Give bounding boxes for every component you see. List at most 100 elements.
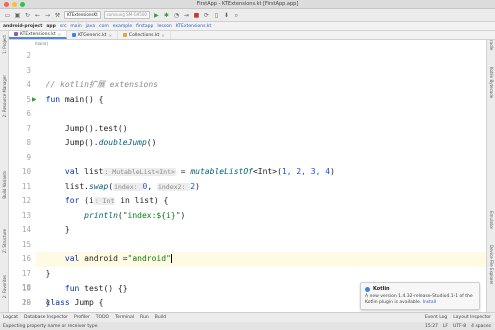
- kotlin-file-icon: [14, 32, 18, 36]
- type-hint: : Int: [93, 197, 116, 205]
- debug-icon[interactable]: ✱: [163, 12, 170, 19]
- kotlin-file-icon: [122, 33, 127, 37]
- line-separator[interactable]: LF: [443, 324, 448, 329]
- kotlin-update-notification[interactable]: Kotlin A new version 1.4.32-release-Stud…: [360, 282, 480, 310]
- crumb-file[interactable]: KTExtensions.kt: [176, 24, 212, 29]
- window-title: FirstApp - KTExtensions.kt [FirstApp.app…: [196, 1, 299, 7]
- code-line: }: [45, 298, 51, 307]
- kotlin-bytecode-tab[interactable]: Kotlin Bytecode: [489, 67, 494, 98]
- profiler-tab[interactable]: Profiler: [74, 315, 90, 320]
- build-variants-tab[interactable]: Build Variants: [2, 171, 7, 199]
- logcat-tab[interactable]: Logcat: [3, 315, 18, 320]
- profile-icon[interactable]: ◔: [173, 12, 180, 19]
- run-tab[interactable]: Run: [140, 315, 149, 320]
- line-number: 15: [21, 239, 31, 249]
- layout-inspector-tab[interactable]: Layout Inspector: [453, 315, 491, 320]
- tab-ktgeneric[interactable]: KTGeneric.kt ×: [67, 31, 118, 39]
- line-number: 11: [21, 181, 31, 191]
- crumb-project[interactable]: android-project: [3, 24, 42, 29]
- todo-tab[interactable]: TODO: [96, 315, 109, 320]
- crumb-main[interactable]: main: [70, 24, 81, 29]
- tab-collections[interactable]: Collections.kt ×: [118, 31, 171, 39]
- build-tab[interactable]: Build: [155, 315, 166, 320]
- current-code-line: val android ="android": [36, 252, 486, 267]
- left-tool-strip: 1: Project 2: Resource Manager Build Var…: [0, 31, 9, 318]
- line-number: 12: [21, 196, 31, 205]
- forward-icon[interactable]: →: [44, 12, 51, 19]
- function-breadcrumb[interactable]: main(): [35, 41, 48, 46]
- install-link[interactable]: Install: [423, 300, 437, 305]
- close-tab-icon[interactable]: ×: [161, 33, 164, 38]
- line-number: 5: [26, 94, 31, 104]
- emulator-tab[interactable]: Emulator: [489, 211, 494, 229]
- comment: // kotlin扩展 extensions: [45, 80, 158, 89]
- tab-label: KTExtensions.kt: [20, 31, 56, 37]
- caret-position[interactable]: 15:27: [425, 324, 438, 329]
- crumb-module[interactable]: app: [46, 24, 55, 29]
- back-icon[interactable]: ←: [34, 12, 41, 19]
- hammer-icon[interactable]: ⚒: [54, 12, 61, 19]
- close-tab-icon[interactable]: ×: [58, 32, 61, 37]
- code-line: fun main() {: [45, 94, 104, 104]
- resource-manager-tab[interactable]: 2: Resource Manager: [2, 75, 7, 117]
- save-icon[interactable]: ▣: [14, 12, 21, 19]
- code-line: }: [45, 268, 51, 278]
- stop-icon[interactable]: ■: [193, 12, 200, 19]
- line-number: 8: [26, 138, 31, 147]
- line-gutter[interactable]: 2 3 4 5 ▶ 6 7 8 9 10 11 12 13 14 15 16 1…: [9, 47, 37, 321]
- main-toolbar: ▭ ▣ ↻ ← → ⚒ KTExtensionsKt samsung SM-G9…: [0, 9, 495, 22]
- run-config-select[interactable]: KTExtensionsKt: [64, 11, 101, 19]
- line-number: 10: [21, 167, 31, 176]
- line-number: 2: [26, 51, 31, 60]
- line-number: 16: [21, 254, 31, 263]
- sync-icon[interactable]: ↻: [24, 12, 31, 19]
- run-icon[interactable]: ▶: [153, 12, 160, 19]
- code-editor[interactable]: // kotlin扩展 extensions fun main() { Jump…: [36, 47, 486, 312]
- notification-body: A new version 1.4.32-release-Studio4.1-1…: [365, 294, 473, 305]
- favorites-tab[interactable]: 2: Favorites: [2, 275, 7, 298]
- structure-tab[interactable]: Z: Structure: [2, 229, 7, 253]
- avd-manager-icon[interactable]: ▯: [213, 12, 220, 19]
- info-icon: [365, 286, 370, 292]
- line-number: 7: [26, 123, 31, 133]
- crumb-firstapp[interactable]: firstapp: [136, 24, 153, 29]
- kotlin-file-icon: [71, 33, 76, 37]
- tab-ktextensions[interactable]: KTExtensions.kt ×: [9, 31, 67, 39]
- code-line: fun test() {}: [64, 284, 128, 293]
- crumb-src[interactable]: src: [60, 24, 67, 29]
- device-file-explorer-tab[interactable]: Device File Explorer: [489, 245, 494, 285]
- close-tab-icon[interactable]: ×: [109, 33, 112, 38]
- code-line: // kotlin扩展 extensions: [36, 78, 486, 93]
- line-number: 20: [21, 298, 31, 307]
- code-line: Jump().doubleJump(): [64, 138, 157, 147]
- indent-setting[interactable]: 4 spaces: [471, 324, 491, 329]
- line-number: 17: [21, 268, 31, 278]
- project-panel-tab[interactable]: 1: Project: [2, 35, 7, 54]
- gradle-sync-icon[interactable]: ⟳: [203, 12, 210, 19]
- crumb-example[interactable]: example: [113, 24, 132, 29]
- search-icon[interactable]: ⌕: [233, 12, 240, 19]
- crumb-com[interactable]: com: [99, 24, 109, 29]
- open-folder-icon[interactable]: ▭: [4, 12, 11, 19]
- code-line: Jump().test(): [64, 123, 128, 133]
- tab-label: KTGeneric.kt: [77, 32, 107, 38]
- sdk-manager-icon[interactable]: ⬇: [223, 12, 230, 19]
- code-line: println("index:${i}"): [84, 210, 186, 220]
- code-line: }: [64, 225, 70, 234]
- crumb-lesson[interactable]: lesson: [157, 24, 171, 29]
- terminal-tab[interactable]: Terminal: [115, 315, 134, 320]
- crumb-java[interactable]: java: [86, 24, 95, 29]
- title-bar: FirstApp - KTExtensions.kt [FirstApp.app…: [0, 0, 495, 9]
- editor-tabs: KTExtensions.kt × KTGeneric.kt × Collect…: [9, 31, 495, 40]
- file-encoding[interactable]: UTF-8: [453, 324, 466, 329]
- bottom-tool-bar: Logcat Database Inspector Profiler TODO …: [0, 312, 495, 322]
- breadcrumb: android-project app src main java com ex…: [0, 22, 495, 31]
- event-log-tab[interactable]: Event Log: [425, 315, 447, 320]
- database-inspector-tab[interactable]: Database Inspector: [24, 315, 68, 320]
- device-select[interactable]: samsung SM-G9500: [103, 11, 150, 19]
- right-tool-strip: Gradle Kotlin Bytecode Emulator Device F…: [486, 31, 495, 318]
- attach-icon[interactable]: ⇥: [183, 12, 190, 19]
